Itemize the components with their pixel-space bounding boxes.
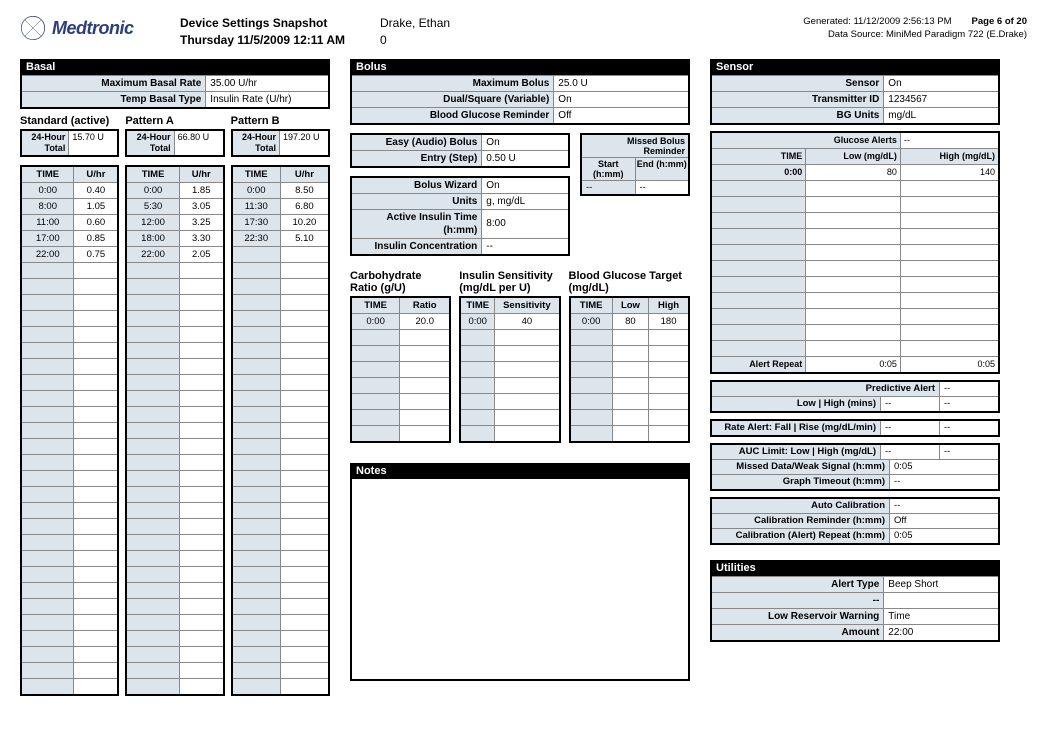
sensor-header: Sensor <box>710 59 1000 75</box>
sens-title: Insulin Sensitivity (mg/dL per U) <box>459 270 560 294</box>
data-source: Data Source: MiniMed Paradigm 722 (E.Dra… <box>630 28 1027 41</box>
pattern-total: 24-Hour Total66.80 U <box>125 129 224 157</box>
title-block: Device Settings Snapshot Thursday 11/5/2… <box>180 15 380 49</box>
logo: Medtronic <box>20 15 180 41</box>
insulin-sensitivity-table: TIMESensitivity0:0040 <box>459 296 560 443</box>
pattern-schedule: TIMEU/hr0:008.5011:306.8017:3010.2022:30… <box>231 165 330 696</box>
bgt-title: Blood Glucose Target (mg/dL) <box>569 270 691 294</box>
bolus-wizard: Bolus WizardOn Unitsg, mg/dL Active Insu… <box>350 176 570 256</box>
meta-block: Generated: 11/12/2009 2:56:13 PM Page 6 o… <box>630 15 1027 42</box>
pattern-schedule: TIMEU/hr0:000.408:001.0511:000.6017:000.… <box>20 165 119 696</box>
easy-bolus: Easy (Audio) BolusOn Entry (Step)0.50 U <box>350 133 570 168</box>
utilities-table: Alert TypeBeep Short -- Low Reservoir Wa… <box>710 576 1000 642</box>
generated-ts: Generated: 11/12/2009 2:56:13 PM <box>803 16 951 27</box>
pattern-total: 24-Hour Total15.70 U <box>20 129 119 157</box>
glucose-alerts-table: Glucose Alerts--TIMELow (mg/dL)High (mg/… <box>710 131 1000 374</box>
notes-header: Notes <box>350 463 690 479</box>
bg-target-table: TIMELowHigh0:0080180 <box>569 296 691 443</box>
report-title: Device Settings Snapshot <box>180 15 380 32</box>
page-number: Page 6 of 20 <box>972 15 1027 28</box>
bolus-settings: Maximum Bolus25.0 U Dual/Square (Variabl… <box>350 75 690 125</box>
patient-sub: 0 <box>380 32 630 49</box>
carb-ratio-table: TIMERatio0:0020.0 <box>350 296 451 443</box>
brand-name: Medtronic <box>52 18 134 39</box>
sensor-settings: SensorOn Transmitter ID1234567 BG Unitsm… <box>710 75 1000 125</box>
medtronic-logo-icon <box>20 15 46 41</box>
calibration: Auto Calibration-- Calibration Reminder … <box>710 497 1000 545</box>
carb-title: Carbohydrate Ratio (g/U) <box>350 270 451 294</box>
pattern-name: Pattern A <box>125 115 224 127</box>
pattern-schedule: TIMEU/hr0:001.855:303.0512:003.2518:003.… <box>125 165 224 696</box>
missed-bolus-reminder: Missed Bolus Reminder Start (h:mm)End (h… <box>580 133 690 196</box>
notes-box <box>350 479 690 681</box>
auc-limit: AUC Limit: Low | High (mg/dL)---- Missed… <box>710 443 1000 491</box>
rate-alert: Rate Alert: Fall | Rise (mg/dL/min)---- <box>710 419 1000 437</box>
patient-block: Drake, Ethan 0 <box>380 15 630 49</box>
pattern-name: Standard (active) <box>20 115 119 127</box>
predictive-alert: Predictive Alert-- Low | High (mins)---- <box>710 380 1000 413</box>
patient-name: Drake, Ethan <box>380 15 630 32</box>
pattern-total: 24-Hour Total197.20 U <box>231 129 330 157</box>
report-timestamp: Thursday 11/5/2009 12:11 AM <box>180 32 380 49</box>
basal-settings: Maximum Basal Rate35.00 U/hr Temp Basal … <box>20 75 330 109</box>
bolus-header: Bolus <box>350 59 690 75</box>
utilities-header: Utilities <box>710 560 1000 576</box>
pattern-name: Pattern B <box>231 115 330 127</box>
basal-header: Basal <box>20 59 330 75</box>
report-header: Medtronic Device Settings Snapshot Thurs… <box>20 15 1027 49</box>
